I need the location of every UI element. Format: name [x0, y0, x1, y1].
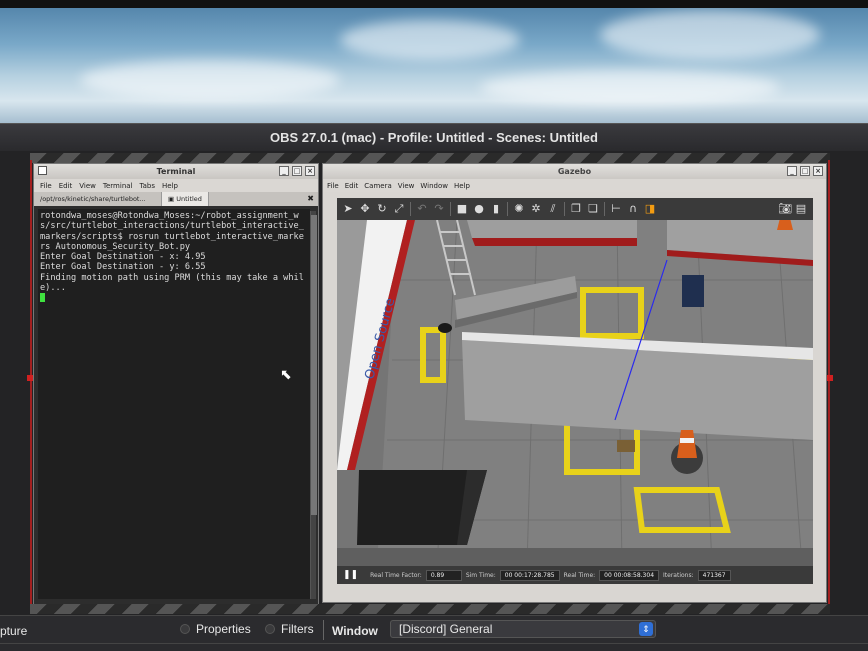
- scrollbar-thumb[interactable]: [311, 215, 317, 515]
- undo-icon[interactable]: ↶: [416, 203, 428, 215]
- pause-icon[interactable]: ❚❚: [343, 570, 358, 580]
- obs-bottom-panel: [0, 643, 868, 651]
- terminal-menubar: File Edit View Terminal Tabs Help: [34, 179, 318, 192]
- window-label: Window: [332, 624, 378, 638]
- log-icon[interactable]: ▤: [795, 203, 807, 215]
- menu-camera[interactable]: Camera: [364, 182, 391, 190]
- terminal-titlebar[interactable]: Terminal _ □ ×: [34, 164, 318, 179]
- directional-light-icon[interactable]: ⫽: [547, 203, 559, 215]
- properties-label: Properties: [196, 622, 251, 636]
- obs-source-dock: pture Properties Filters Window [Discord…: [0, 615, 868, 643]
- copy-icon[interactable]: ❐: [570, 203, 582, 215]
- properties-button[interactable]: Properties: [180, 622, 251, 636]
- minimize-button[interactable]: _: [787, 166, 797, 176]
- menu-edit[interactable]: Edit: [345, 182, 359, 190]
- terminal-window[interactable]: Terminal _ □ × File Edit View Terminal T…: [33, 163, 319, 605]
- obs-window-title: OBS 27.0.1 (mac) - Profile: Untitled - S…: [0, 123, 868, 151]
- tab-ros-path[interactable]: /opt/ros/kinetic/share/turtlebot...: [34, 192, 162, 206]
- menu-tabs[interactable]: Tabs: [140, 182, 156, 190]
- menu-file[interactable]: File: [327, 182, 339, 190]
- iterations-value: 471367: [697, 569, 731, 581]
- maximize-button[interactable]: □: [292, 166, 302, 176]
- redo-icon[interactable]: ↷: [433, 203, 445, 215]
- toolbar-separator: [410, 202, 411, 216]
- toolbar-separator: [604, 202, 605, 216]
- terminal-tab-bar: /opt/ros/kinetic/share/turtlebot... ▣ Un…: [34, 192, 318, 206]
- snap-icon[interactable]: ∩: [627, 203, 639, 215]
- gazebo-titlebar[interactable]: Gazebo _ □ ×: [323, 164, 826, 179]
- minimize-button[interactable]: _: [279, 166, 289, 176]
- gazebo-menubar: File Edit Camera View Window Help: [323, 179, 826, 192]
- box-shape-icon[interactable]: ■: [456, 203, 468, 215]
- terminal-tab-icon: ▣: [168, 195, 177, 203]
- scale-icon[interactable]: ⤢: [393, 203, 405, 215]
- scene-render: Open Source: [337, 220, 813, 566]
- toolbar-separator: [564, 202, 565, 216]
- sim-time-value: 00 00:17:28.785: [499, 569, 560, 581]
- gear-icon: [180, 624, 190, 634]
- sphere-shape-icon[interactable]: ●: [473, 203, 485, 215]
- terminal-cursor: [40, 293, 45, 303]
- tab-untitled[interactable]: ▣ Untitled: [162, 192, 209, 206]
- window-select-value: [Discord] General: [399, 622, 493, 636]
- cylinder-shape-icon[interactable]: ▮: [490, 203, 502, 215]
- dock-divider: [323, 620, 324, 640]
- real-time-label: Real Time:: [563, 571, 596, 579]
- toolbar-separator: [450, 202, 451, 216]
- selected-source-name: pture: [0, 624, 28, 638]
- menu-terminal[interactable]: Terminal: [103, 182, 133, 190]
- iterations-label: Iterations:: [663, 571, 694, 579]
- menu-help[interactable]: Help: [162, 182, 178, 190]
- gazebo-toolbar: ➤ ✥ ↻ ⤢ ↶ ↷ ■ ● ▮ ✺ ✲ ⫽ ❐ ❏ ⊢ ∩ ◨ 📷︎ ▤: [337, 198, 813, 220]
- mouse-pointer-icon: ⬉: [280, 367, 292, 383]
- gazebo-window[interactable]: Gazebo _ □ × File Edit Camera View Windo…: [322, 163, 827, 603]
- menu-view[interactable]: View: [398, 182, 415, 190]
- terminal-app-icon: [38, 166, 47, 175]
- maximize-button[interactable]: □: [800, 166, 810, 176]
- screenshot-icon[interactable]: 📷︎: [778, 203, 792, 215]
- rtf-value: 0.89: [425, 569, 462, 581]
- chevron-updown-icon: ⇕: [639, 622, 653, 636]
- tab-untitled-label: Untitled: [176, 195, 202, 203]
- rtf-label: Real Time Factor:: [370, 571, 422, 579]
- resize-handle-right[interactable]: [827, 375, 833, 381]
- point-light-icon[interactable]: ✺: [513, 203, 525, 215]
- gazebo-status-bar: ❚❚ Real Time Factor: 0.89 Sim Time: 00 0…: [337, 566, 813, 584]
- desktop-wallpaper: [0, 0, 868, 126]
- menu-help[interactable]: Help: [454, 182, 470, 190]
- close-button[interactable]: ×: [305, 166, 315, 176]
- toolbar-separator: [507, 202, 508, 216]
- menu-edit[interactable]: Edit: [59, 182, 73, 190]
- sim-time-label: Sim Time:: [465, 571, 496, 579]
- menu-window[interactable]: Window: [420, 182, 448, 190]
- select-arrow-icon[interactable]: ➤: [342, 203, 354, 215]
- terminal-title: Terminal: [156, 167, 196, 176]
- spot-light-icon[interactable]: ✲: [530, 203, 542, 215]
- filters-button[interactable]: Filters: [265, 622, 314, 636]
- real-time-value: 00 00:08:58.304: [599, 569, 660, 581]
- rotate-icon[interactable]: ↻: [376, 203, 388, 215]
- menu-view[interactable]: View: [79, 182, 96, 190]
- gazebo-title: Gazebo: [557, 167, 592, 176]
- gazebo-3d-scene[interactable]: Open Source: [337, 220, 813, 566]
- preview-border-bottom: [30, 604, 830, 614]
- window-select[interactable]: [Discord] General ⇕: [390, 620, 656, 638]
- filter-icon: [265, 624, 275, 634]
- close-tab-icon[interactable]: ✖: [307, 194, 314, 203]
- change-view-icon[interactable]: ◨: [644, 203, 656, 215]
- close-button[interactable]: ×: [813, 166, 823, 176]
- paste-icon[interactable]: ❏: [587, 203, 599, 215]
- translate-icon[interactable]: ✥: [359, 203, 371, 215]
- terminal-output[interactable]: rotondwa_moses@Rotondwa_Moses:~/robot_as…: [38, 209, 310, 599]
- terminal-scrollbar[interactable]: [310, 211, 317, 599]
- menu-file[interactable]: File: [40, 182, 52, 190]
- align-icon[interactable]: ⊢: [610, 203, 622, 215]
- terminal-text: rotondwa_moses@Rotondwa_Moses:~/robot_as…: [40, 211, 304, 294]
- monitor-bezel: [0, 0, 868, 8]
- filters-label: Filters: [281, 622, 314, 636]
